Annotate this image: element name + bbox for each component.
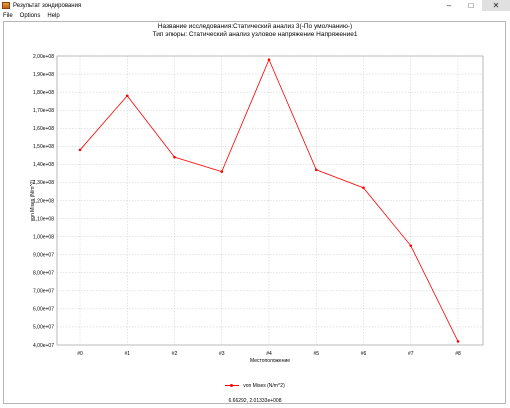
data-point — [125, 94, 129, 98]
y-tick-label: 1,40e+08 — [33, 162, 54, 168]
x-tick-label: #2 — [172, 351, 178, 357]
y-tick-label: 9,00e+07 — [33, 252, 54, 258]
legend-swatch — [225, 384, 240, 388]
line-chart[interactable]: 4,00e+07 5,00e+07 6,00e+07 7,00e+07 8,00e+07… — [0, 0, 510, 408]
x-axis-label: Местоположение — [250, 358, 290, 364]
data-point — [362, 186, 365, 190]
data-point — [409, 244, 413, 247]
x-tick-label: #1 — [124, 351, 130, 357]
y-tick-label: 1,90e+08 — [33, 72, 54, 78]
y-tick-label: 2,00e+08 — [33, 54, 54, 60]
y-tick-label: 5,00e+07 — [33, 325, 54, 331]
y-tick-label: 1,60e+08 — [33, 126, 54, 132]
y-tick-label: 1,30e+08 — [33, 180, 54, 186]
x-tick-label: #4 — [266, 351, 272, 357]
x-tick-label: #3 — [219, 351, 225, 357]
data-point — [78, 148, 82, 152]
x-tick-label: #8 — [455, 351, 461, 357]
y-tick-label: 4,00e+07 — [33, 343, 54, 349]
chart-legend: von Mises (N/m^2) — [0, 383, 510, 389]
y-tick-label: 1,80e+08 — [33, 90, 54, 96]
data-point — [314, 168, 318, 172]
x-tick-label: #5 — [313, 351, 319, 357]
data-point — [267, 58, 271, 61]
legend-label: von Mises (N/m^2) — [243, 383, 285, 389]
x-tick-label: #0 — [77, 351, 83, 357]
y-tick-label: 1,50e+08 — [33, 144, 54, 150]
data-point — [173, 155, 176, 159]
y-tick-label: 6,00e+07 — [33, 307, 54, 313]
y-tick-label: 7,00e+07 — [33, 289, 54, 295]
y-tick-label: 1,00e+08 — [33, 234, 54, 240]
x-tick-label: #7 — [408, 351, 414, 357]
y-tick-label: 1,20e+08 — [33, 198, 54, 204]
y-axis-label: von Mises (N/m^2) — [30, 179, 36, 221]
y-tick-label: 8,00e+07 — [33, 271, 54, 277]
x-tick-label: #6 — [361, 351, 367, 357]
data-point — [220, 170, 224, 173]
y-tick-label: 1,10e+08 — [33, 216, 54, 222]
cursor-readout: 6.66292, 2.01333e+008 — [228, 398, 282, 404]
data-point — [456, 340, 460, 343]
y-tick-label: 1,70e+08 — [33, 108, 54, 114]
